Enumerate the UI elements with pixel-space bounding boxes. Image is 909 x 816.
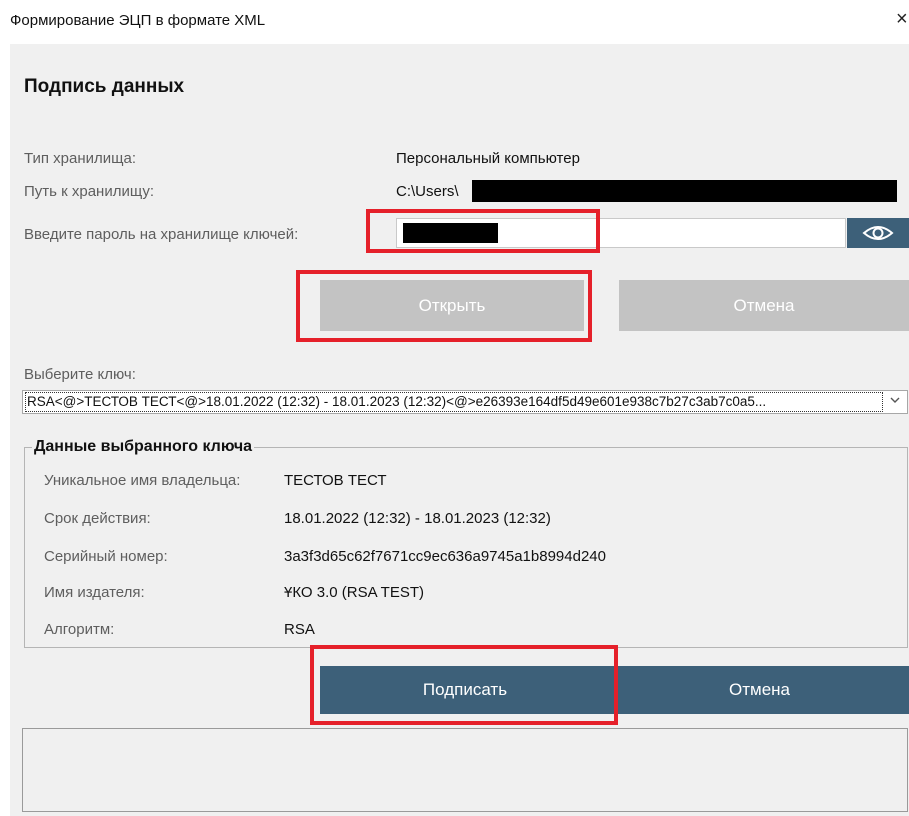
status-area: [22, 728, 908, 812]
key-details-legend: Данные выбранного ключа: [32, 438, 255, 456]
algorithm-label: Алгоритм:: [44, 621, 115, 638]
eye-icon: [862, 226, 894, 240]
validity-label: Срок действия:: [44, 510, 151, 527]
serial-number-label: Серийный номер:: [44, 548, 168, 565]
password-label: Введите пароль на хранилище ключей:: [24, 226, 299, 243]
serial-number-value: 3a3f3d65c62f7671cc9ec636a9745a1b8994d240: [284, 548, 606, 565]
window-title: Формирование ЭЦП в формате XML: [10, 12, 266, 29]
chevron-down-icon[interactable]: [889, 394, 901, 409]
owner-name-label: Уникальное имя владельца:: [44, 472, 241, 489]
show-password-button[interactable]: [847, 218, 909, 248]
close-icon[interactable]: ×: [896, 8, 908, 31]
key-select-label: Выберите ключ:: [24, 366, 136, 383]
validity-value: 18.01.2022 (12:32) - 18.01.2023 (12:32): [284, 510, 551, 527]
issuer-name-label: Имя издателя:: [44, 584, 145, 601]
algorithm-value: RSA: [284, 621, 315, 638]
cancel-button-bottom[interactable]: Отмена: [610, 666, 909, 714]
title-bar: Формирование ЭЦП в формате XML ×: [0, 0, 909, 44]
section-title: Подпись данных: [24, 76, 185, 97]
cancel-button-top[interactable]: Отмена: [619, 280, 909, 331]
key-select-value: RSA<@>ТЕСТОВ ТЕСТ<@>18.01.2022 (12:32) -…: [25, 392, 883, 412]
path-redaction: [472, 180, 897, 202]
storage-path-value: C:\Users\: [396, 183, 459, 200]
storage-type-value: Персональный компьютер: [396, 150, 580, 167]
open-button-highlight: [296, 270, 592, 342]
storage-type-label: Тип хранилища:: [24, 150, 137, 167]
sign-button-highlight: [310, 645, 618, 725]
key-select[interactable]: RSA<@>ТЕСТОВ ТЕСТ<@>18.01.2022 (12:32) -…: [22, 390, 908, 414]
issuer-name-value: ҰКО 3.0 (RSA TEST): [284, 584, 425, 601]
password-highlight: [366, 209, 600, 253]
storage-path-label: Путь к хранилищу:: [24, 183, 155, 200]
owner-name-value: ТЕСТОВ ТЕСТ: [284, 472, 387, 489]
